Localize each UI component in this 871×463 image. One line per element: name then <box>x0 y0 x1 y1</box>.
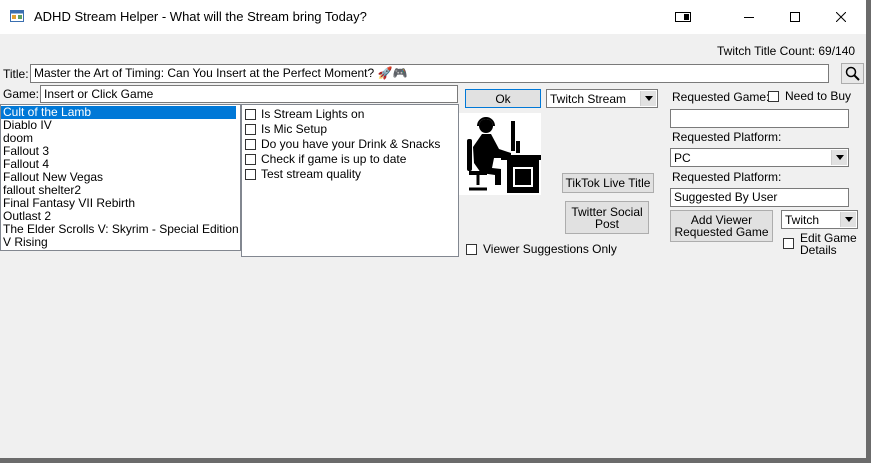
checkbox-icon[interactable] <box>783 238 794 249</box>
edit-game-details-checkbox[interactable]: Edit Game Details <box>783 232 857 256</box>
checkbox-icon[interactable] <box>245 139 256 150</box>
minimize-icon <box>744 17 754 18</box>
checklist-item[interactable]: Test stream quality <box>242 167 458 182</box>
service-select[interactable]: Twitch <box>781 210 858 229</box>
title-bar: ADHD Stream Helper - What will the Strea… <box>0 0 866 34</box>
chevron-down-icon <box>840 212 856 227</box>
stream-type-value: Twitch Stream <box>550 92 627 106</box>
list-item[interactable]: V Rising <box>1 236 240 249</box>
maximize-icon <box>790 12 800 22</box>
add-viewer-requested-game-button[interactable]: Add Viewer Requested Game <box>670 210 773 242</box>
title-label: Title: <box>3 67 29 81</box>
app-window-icon <box>10 10 24 22</box>
main-window: ADHD Stream Helper - What will the Strea… <box>0 0 866 458</box>
service-value: Twitch <box>785 213 820 227</box>
checkbox-icon[interactable] <box>245 169 256 180</box>
checkbox-icon[interactable] <box>466 243 477 255</box>
close-button[interactable] <box>818 0 864 34</box>
requested-game-label: Requested Game: <box>672 90 770 104</box>
search-button[interactable] <box>841 63 864 84</box>
checkbox-icon[interactable] <box>768 90 779 102</box>
ok-button[interactable]: Ok <box>465 89 541 108</box>
game-input[interactable]: Insert or Click Game <box>40 85 458 103</box>
list-item[interactable]: Diablo IV <box>1 119 240 132</box>
games-list[interactable]: Cult of the Lamb Diablo IV doom Fallout … <box>0 104 241 251</box>
window-layout-icon <box>675 12 691 22</box>
title-count-label: Twitch Title Count: 69/140 <box>717 44 856 58</box>
chevron-down-icon <box>640 91 656 106</box>
checkbox-icon[interactable] <box>245 154 256 165</box>
title-input[interactable]: Master the Art of Timing: Can You Insert… <box>30 64 829 83</box>
checklist-item[interactable]: Is Mic Setup <box>242 122 458 137</box>
requested-platform-label-2: Requested Platform: <box>672 170 782 184</box>
close-icon <box>836 12 846 22</box>
checklist-item[interactable]: Check if game is up to date <box>242 152 458 167</box>
stream-type-select[interactable]: Twitch Stream <box>546 89 658 108</box>
game-label: Game: <box>3 87 40 101</box>
magnifier-icon <box>845 66 860 81</box>
requested-platform-label: Requested Platform: <box>672 130 782 144</box>
checklist-item[interactable]: Is Stream Lights on <box>242 107 458 122</box>
requested-platform-select[interactable]: PC <box>670 148 849 167</box>
restore-layout-button[interactable] <box>660 0 706 34</box>
viewer-suggestions-checkbox[interactable]: Viewer Suggestions Only <box>466 242 617 256</box>
twitter-post-button[interactable]: Twitter Social Post <box>565 201 649 234</box>
chevron-down-icon <box>831 150 847 165</box>
tiktok-live-title-button[interactable]: TikTok Live Title <box>562 173 654 193</box>
maximize-button[interactable] <box>772 0 818 34</box>
checkbox-icon[interactable] <box>245 124 256 135</box>
suggested-by-input[interactable]: Suggested By User <box>670 188 849 207</box>
need-to-buy-checkbox[interactable]: Need to Buy <box>768 89 851 103</box>
window-title: ADHD Stream Helper - What will the Strea… <box>34 9 367 24</box>
checkbox-icon[interactable] <box>245 109 256 120</box>
requested-platform-value: PC <box>674 151 691 165</box>
requested-game-input[interactable] <box>670 109 849 128</box>
stream-checklist: Is Stream Lights on Is Mic Setup Do you … <box>241 104 459 257</box>
minimize-button[interactable] <box>726 0 772 34</box>
streamer-desk-icon <box>459 113 541 195</box>
checklist-item[interactable]: Do you have your Drink & Snacks <box>242 137 458 152</box>
